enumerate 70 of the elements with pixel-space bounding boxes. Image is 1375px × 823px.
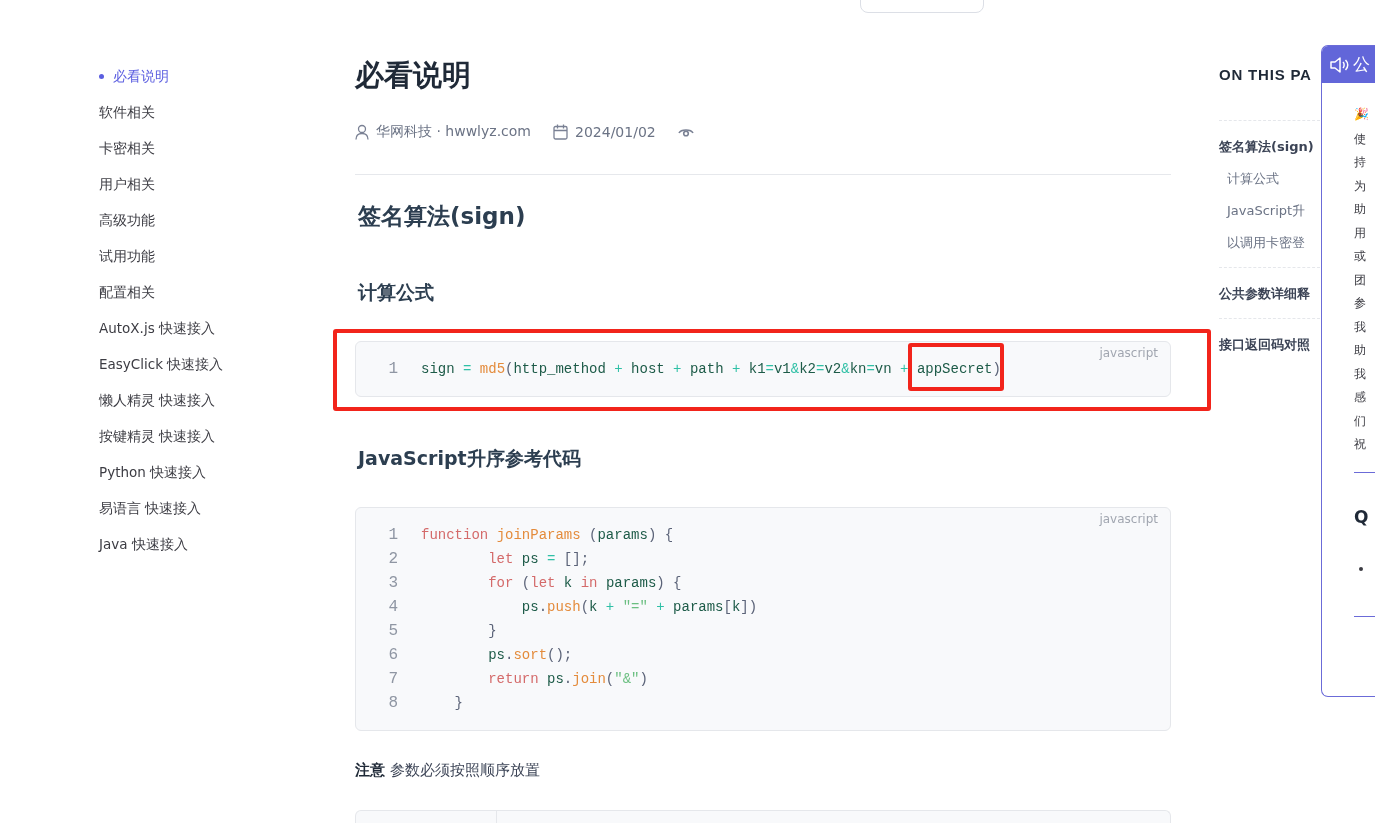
sidebar-item[interactable]: 懒人精灵 快速接入 — [99, 388, 355, 424]
bullet-icon — [1359, 566, 1363, 571]
sidebar-item[interactable]: Java 快速接入 — [99, 532, 355, 568]
notice-text: 使 — [1354, 130, 1367, 148]
code-line: for (let k in params) { — [487, 574, 682, 593]
toc-link[interactable]: 计算公式 — [1227, 169, 1279, 189]
notice-text: 为 — [1354, 177, 1367, 195]
sidebar-item[interactable]: 必看说明 — [99, 64, 355, 100]
notice-text: 用 — [1354, 224, 1367, 242]
sidebar-item[interactable]: 高级功能 — [99, 208, 355, 244]
line-number: 2 — [387, 549, 398, 570]
notice-text: 参 — [1354, 295, 1367, 312]
author-text: 华网科技 · hwwlyz.com — [376, 123, 531, 141]
notice-text: 我 — [1354, 318, 1367, 336]
toc-link[interactable]: 接口返回码对照 — [1219, 335, 1310, 355]
line-number: 6 — [387, 645, 398, 666]
sidebar-item[interactable]: EasyClick 快速接入 — [99, 352, 355, 388]
line-number: 5 — [387, 621, 398, 642]
notice-text: 或 — [1354, 248, 1367, 265]
sidebar-item[interactable]: 用户相关 — [99, 172, 355, 208]
toc-link[interactable]: 签名算法(sign) — [1219, 137, 1314, 157]
sidebar-item[interactable]: 软件相关 — [99, 100, 355, 136]
line-number: 4 — [387, 597, 398, 618]
notice-text: 持 — [1354, 154, 1367, 171]
line-number: 7 — [387, 669, 398, 690]
code-line: } — [453, 694, 463, 713]
subsection-heading: JavaScript升序参考代码 — [358, 446, 582, 471]
sidebar-item[interactable]: 卡密相关 — [99, 136, 355, 172]
sidebar-item[interactable]: 试用功能 — [99, 244, 355, 280]
person-icon — [355, 124, 369, 140]
note-text: 注意 参数必须按照顺序放置 — [355, 761, 541, 780]
sidebar-item[interactable]: Python 快速接入 — [99, 460, 355, 496]
section-heading: 签名算法(sign) — [358, 202, 527, 231]
calendar-icon — [553, 124, 568, 140]
toc-link[interactable]: JavaScript升 — [1227, 201, 1306, 221]
notice-text: 助 — [1354, 342, 1367, 359]
sidebar-item[interactable]: AutoX.js 快速接入 — [99, 316, 355, 352]
code-line: return ps.join("&") — [487, 670, 648, 689]
notice-text: 们 — [1354, 412, 1367, 430]
toc-title: ON THIS PA — [1219, 66, 1312, 85]
line-number: 1 — [387, 359, 398, 380]
code-line: let ps = []; — [487, 550, 590, 569]
toc-link[interactable]: 以调用卡密登 — [1227, 233, 1305, 253]
speaker-icon — [1329, 55, 1349, 74]
toc-link[interactable]: 公共参数详细释 — [1219, 284, 1310, 304]
code-line: ps.sort(); — [487, 646, 573, 665]
code-line: ps.push(k + "=" + params[k]) — [520, 598, 758, 617]
line-number: 1 — [387, 525, 398, 546]
notice-text: 团 — [1354, 271, 1367, 289]
line-number: 8 — [387, 693, 398, 714]
notice-text: 我 — [1354, 365, 1367, 383]
language-label: javascript — [1099, 346, 1158, 360]
page-title: 必看说明 — [355, 57, 472, 94]
eye-icon — [677, 126, 694, 138]
notice-text: 祝 — [1354, 436, 1367, 453]
code-line: sign = md5(http_method + host + path + k1=v1&k2=v2&kn=vn + appSecret) — [421, 357, 1001, 381]
subsection-heading: 计算公式 — [358, 280, 435, 305]
sidebar-item[interactable]: 按键精灵 快速接入 — [99, 424, 355, 460]
language-label: javascript — [1099, 512, 1158, 526]
notice-heading: Q — [1354, 506, 1370, 527]
sidebar-item[interactable]: 易语言 快速接入 — [99, 496, 355, 532]
notice-title: 公 — [1353, 53, 1370, 76]
date-text: 2024/01/02 — [575, 124, 656, 140]
sidebar-item[interactable]: 配置相关 — [99, 280, 355, 316]
notice-text: 助 — [1354, 201, 1367, 218]
code-line: function joinParams (params) { — [421, 526, 674, 545]
notice-text: 感 — [1354, 389, 1367, 406]
notice-text: 🎉 — [1354, 107, 1370, 123]
code-line: } — [487, 622, 497, 641]
line-number: 3 — [387, 573, 398, 594]
